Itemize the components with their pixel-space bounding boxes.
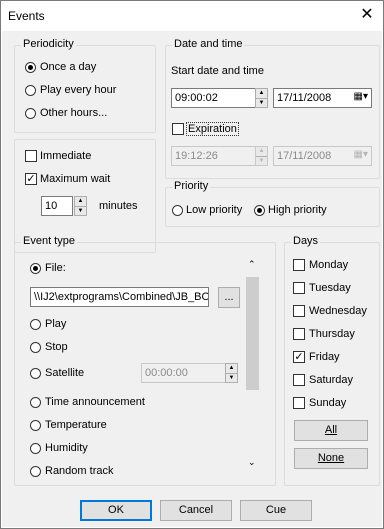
thursday-label[interactable]: Thursday — [309, 328, 355, 340]
start-time-spinner[interactable]: ▲ ▼ — [255, 88, 268, 108]
maximum-wait-checkbox[interactable]: ✓ — [25, 173, 37, 185]
periodicity-label: Periodicity — [21, 38, 76, 50]
event-type-scrollbar[interactable]: ⌃ ⌄ — [244, 253, 261, 471]
start-date-value: 17/11/2008 — [277, 92, 332, 104]
wait-value-input[interactable]: 10 — [41, 196, 73, 216]
end-date-value: 17/11/2008 — [277, 150, 332, 162]
satellite-radio[interactable] — [30, 368, 41, 379]
time-announcement-radio[interactable] — [30, 397, 41, 408]
random-track-radio[interactable] — [30, 466, 41, 477]
humidity-radio[interactable] — [30, 443, 41, 454]
play-every-hour-label[interactable]: Play every hour — [40, 84, 116, 96]
all-days-button[interactable]: All — [294, 420, 368, 441]
priority-group: Priority Low priority High priority — [165, 180, 380, 227]
browse-button[interactable]: ... — [218, 287, 240, 308]
date-time-label: Date and time — [172, 38, 245, 50]
expiration-checkbox[interactable] — [172, 123, 184, 135]
title-bar: Events ✕ — [1, 1, 383, 31]
stop-radio[interactable] — [30, 342, 41, 353]
file-label[interactable]: File: — [45, 262, 66, 274]
end-time-input: 19:12:26 — [171, 146, 256, 166]
friday-label[interactable]: Friday — [309, 351, 340, 363]
wednesday-checkbox[interactable] — [293, 305, 305, 317]
ok-button[interactable]: OK — [80, 500, 152, 521]
low-priority-radio[interactable] — [172, 205, 183, 216]
friday-checkbox[interactable]: ✓ — [293, 351, 305, 363]
temperature-radio[interactable] — [30, 420, 41, 431]
immediate-label[interactable]: Immediate — [40, 150, 91, 162]
sunday-checkbox[interactable] — [293, 397, 305, 409]
scroll-down-icon[interactable]: ⌄ — [248, 457, 256, 468]
monday-label[interactable]: Monday — [309, 259, 348, 271]
close-icon[interactable]: ✕ — [359, 6, 375, 24]
low-priority-label[interactable]: Low priority — [186, 204, 242, 216]
start-date-picker[interactable]: 17/11/2008 ▦▾ — [273, 88, 372, 108]
other-hours-radio[interactable] — [25, 108, 36, 119]
once-a-day-label[interactable]: Once a day — [40, 61, 96, 73]
expiration-label[interactable]: Expiration — [186, 122, 239, 136]
event-type-label: Event type — [21, 235, 77, 247]
start-time-input[interactable]: 09:00:02 — [171, 88, 256, 108]
satellite-label[interactable]: Satellite — [45, 367, 84, 379]
file-radio[interactable] — [30, 263, 41, 274]
high-priority-label[interactable]: High priority — [268, 204, 327, 216]
events-dialog: Events ✕ Periodicity Once a day Play eve… — [0, 0, 384, 529]
play-every-hour-radio[interactable] — [25, 85, 36, 96]
saturday-label[interactable]: Saturday — [309, 374, 353, 386]
tuesday-label[interactable]: Tuesday — [309, 282, 351, 294]
wait-value-spinner[interactable]: ▲ ▼ — [74, 196, 87, 216]
satellite-time-input: 00:00:00 — [141, 363, 226, 383]
scrollbar-thumb[interactable] — [246, 277, 259, 390]
calendar-dropdown-icon-disabled: ▦▾ — [353, 149, 368, 160]
monday-checkbox[interactable] — [293, 259, 305, 271]
satellite-time-spinner[interactable]: ▲ ▼ — [225, 363, 238, 383]
immediate-checkbox[interactable] — [25, 150, 37, 162]
play-radio[interactable] — [30, 319, 41, 330]
periodicity-group: Periodicity Once a day Play every hour O… — [14, 38, 156, 133]
stop-label[interactable]: Stop — [45, 341, 68, 353]
no-days-button[interactable]: None — [294, 448, 368, 469]
cue-button[interactable]: Cue — [240, 500, 312, 521]
calendar-dropdown-icon[interactable]: ▦▾ — [354, 91, 368, 102]
tuesday-checkbox[interactable] — [293, 282, 305, 294]
time-announcement-label[interactable]: Time announcement — [45, 396, 145, 408]
maximum-wait-label[interactable]: Maximum wait — [40, 173, 110, 185]
saturday-checkbox[interactable] — [293, 374, 305, 386]
thursday-checkbox[interactable] — [293, 328, 305, 340]
other-hours-label[interactable]: Other hours... — [40, 107, 107, 119]
file-path-input[interactable]: \\IJ2\extprograms\Combined\JB_BO — [30, 287, 209, 307]
priority-label: Priority — [172, 180, 211, 192]
window-title: Events — [8, 9, 45, 23]
temperature-label[interactable]: Temperature — [45, 419, 107, 431]
end-date-picker: 17/11/2008 ▦▾ — [273, 146, 372, 166]
sunday-label[interactable]: Sunday — [309, 397, 346, 409]
once-a-day-radio[interactable] — [25, 62, 36, 73]
date-time-group: Date and time Start date and time 09:00:… — [165, 38, 380, 179]
days-label: Days — [291, 235, 321, 247]
start-date-time-label: Start date and time — [171, 65, 264, 77]
random-track-label[interactable]: Random track — [45, 465, 113, 477]
scroll-up-icon[interactable]: ⌃ — [248, 259, 256, 270]
cancel-button[interactable]: Cancel — [160, 500, 232, 521]
humidity-label[interactable]: Humidity — [45, 442, 88, 454]
high-priority-radio[interactable] — [254, 205, 265, 216]
event-type-group: Event type File: \\IJ2\extprograms\Combi… — [14, 235, 276, 486]
wait-unit-label: minutes — [99, 200, 138, 212]
wednesday-label[interactable]: Wednesday — [309, 305, 367, 317]
play-label[interactable]: Play — [45, 318, 66, 330]
dialog-body: Periodicity Once a day Play every hour O… — [2, 31, 382, 527]
days-group: Days Monday Tuesday Wednesday Thursday ✓… — [284, 235, 380, 486]
end-time-spinner: ▲ ▼ — [255, 146, 268, 166]
